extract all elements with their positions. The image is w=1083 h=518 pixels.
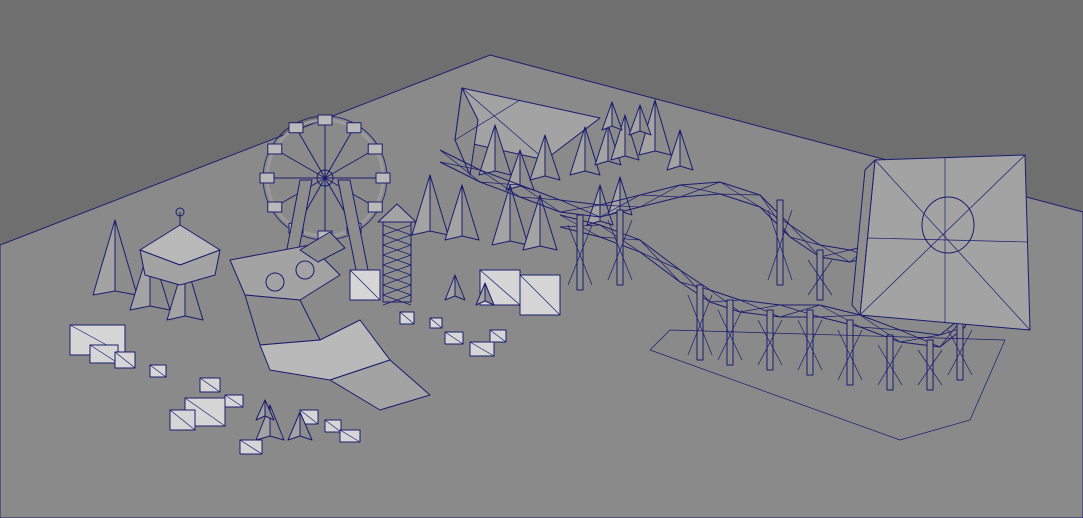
crate[interactable] [349,269,381,301]
coaster-loop-wall[interactable] [851,154,1031,331]
coaster-support [766,309,774,371]
ferris-gondola[interactable] [259,172,275,184]
ferris-gondola[interactable] [288,122,304,134]
crate[interactable] [199,377,221,393]
crate[interactable] [399,311,415,325]
crate[interactable] [89,344,119,364]
crate[interactable] [149,364,167,378]
ferris-gondola[interactable] [267,201,283,213]
coaster-support [776,199,784,286]
crate[interactable] [429,317,443,329]
coaster-support [696,284,704,361]
coaster-support [846,319,854,386]
crate[interactable] [114,351,136,369]
crate[interactable] [239,439,263,455]
ferris-gondola[interactable] [346,122,362,134]
scene-canvas[interactable] [0,0,1083,518]
coaster-support [806,309,814,376]
ferris-gondola[interactable] [267,143,283,155]
coaster-support [616,209,624,286]
crate[interactable] [339,429,361,443]
crate[interactable] [324,419,342,433]
coaster-support [576,214,584,291]
3d-viewport[interactable] [0,0,1083,518]
crate[interactable] [489,329,507,343]
ferris-gondola[interactable] [367,143,383,155]
ferris-gondola[interactable] [375,172,391,184]
coaster-support [886,334,894,391]
crate[interactable] [469,341,495,357]
crate[interactable] [444,331,464,345]
ferris-gondola[interactable] [317,114,333,126]
crate[interactable] [519,274,561,316]
crate[interactable] [169,409,196,431]
crate[interactable] [224,394,244,408]
coaster-support [956,319,964,381]
tower[interactable] [377,203,417,306]
ferris-gondola[interactable] [367,201,383,213]
coaster-support [726,299,734,366]
